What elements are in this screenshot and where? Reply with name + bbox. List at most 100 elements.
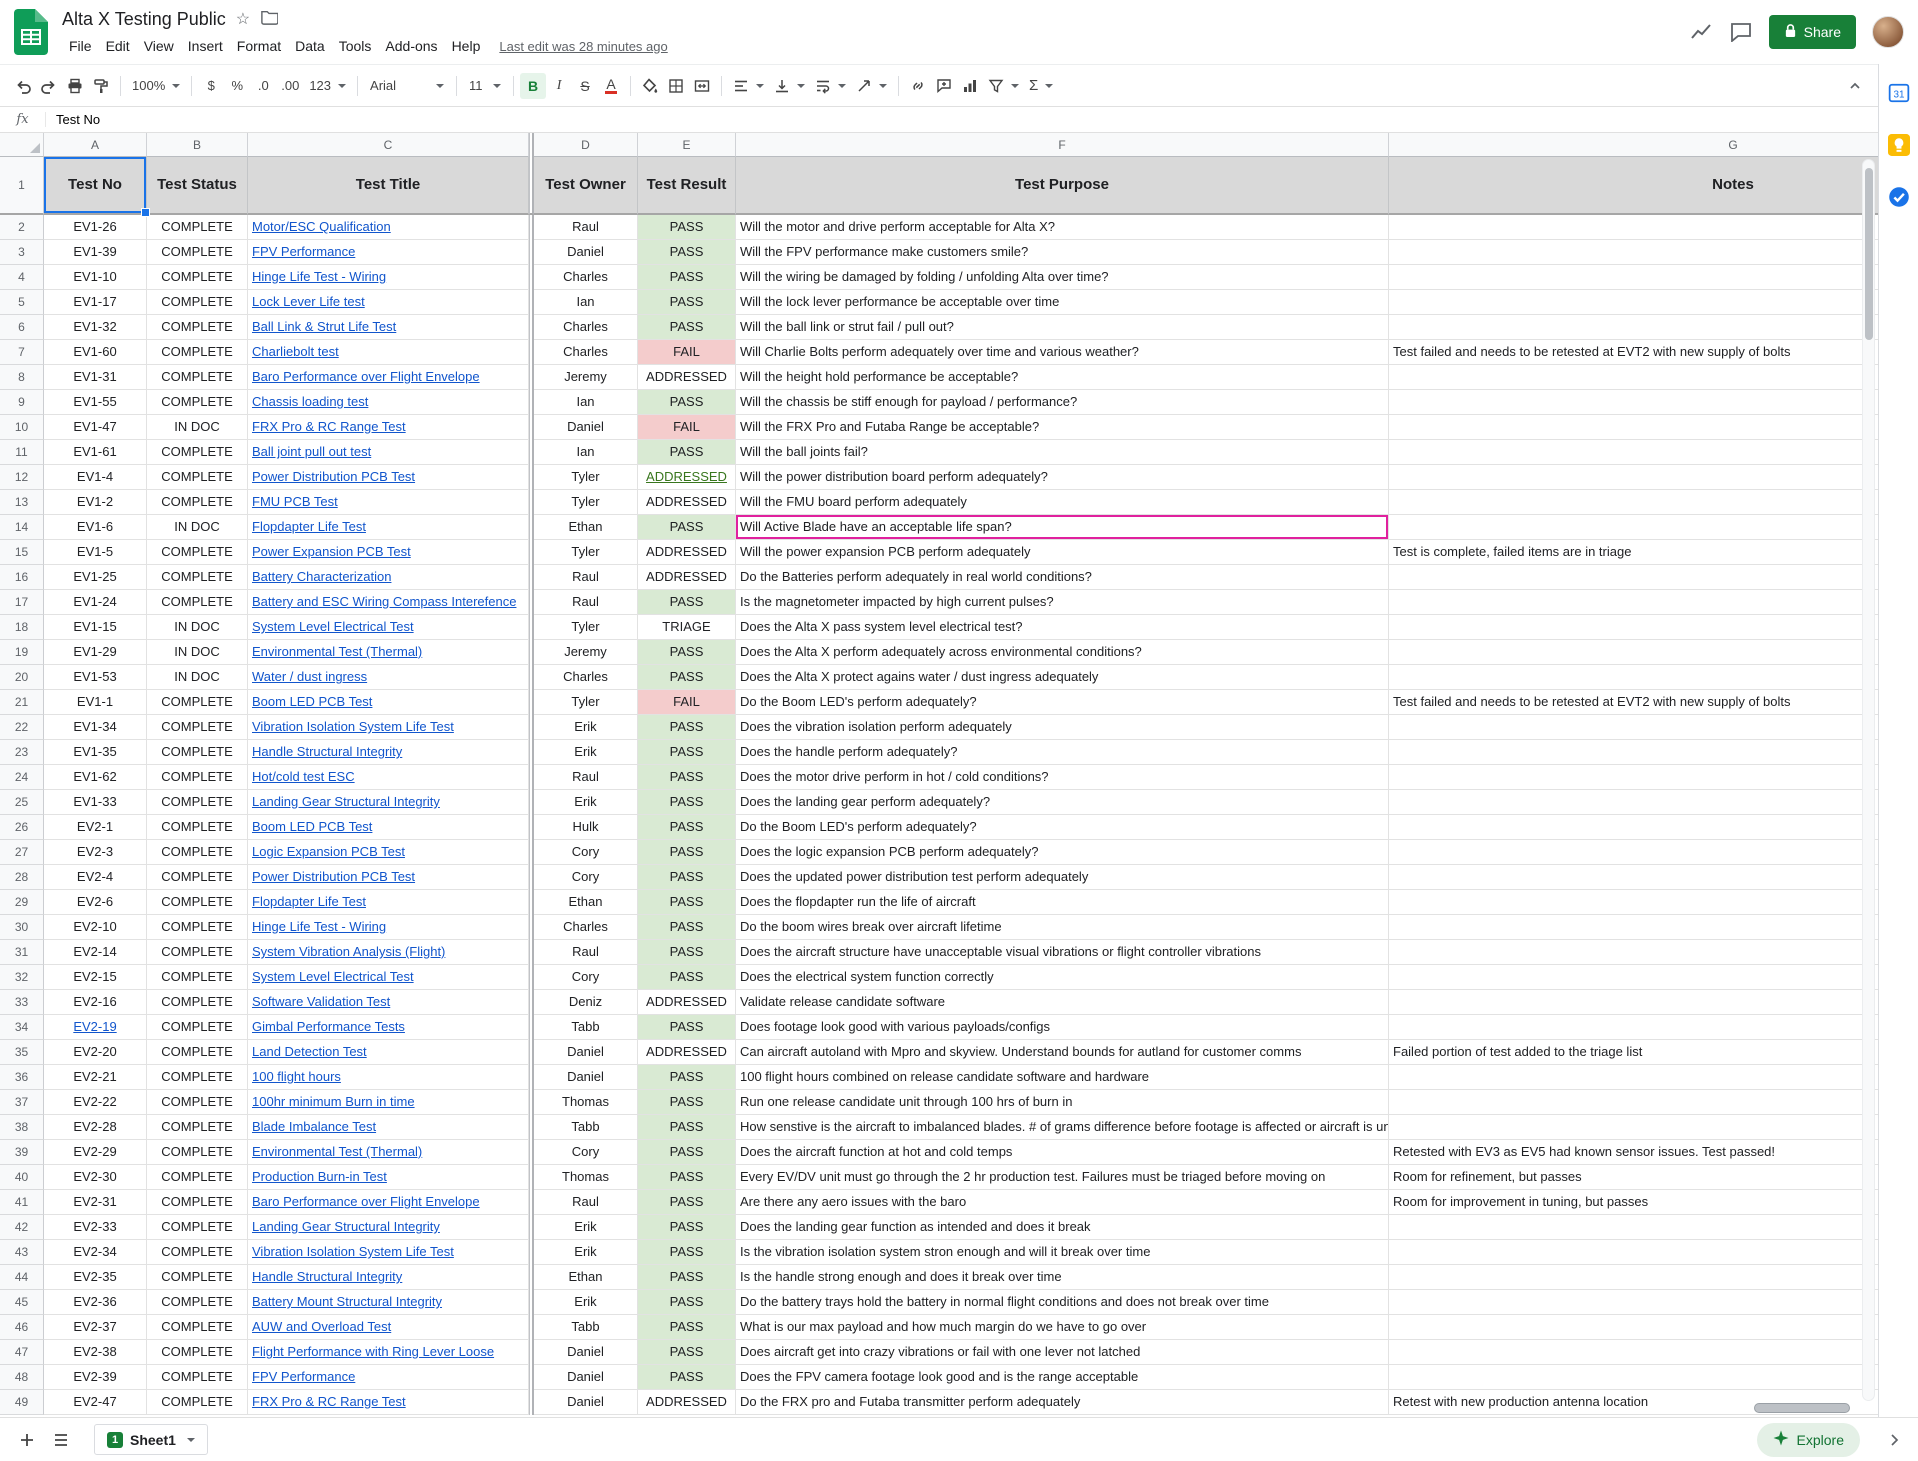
cell-notes[interactable]: Retested with EV3 as EV5 had known senso… xyxy=(1389,1140,1878,1165)
move-folder-icon[interactable] xyxy=(260,9,278,30)
test-title-link[interactable]: Flopdapter Life Test xyxy=(252,894,366,909)
cell-test-result[interactable]: PASS xyxy=(638,765,736,790)
cell-test-no[interactable]: EV1-24 xyxy=(44,590,147,615)
cell-test-status[interactable]: COMPLETE xyxy=(147,840,248,865)
cell-test-no[interactable]: EV2-15 xyxy=(44,965,147,990)
cell-test-owner[interactable]: Raul xyxy=(534,565,638,590)
cell-test-no[interactable]: EV1-17 xyxy=(44,290,147,315)
row-header[interactable]: 38 xyxy=(0,1115,44,1140)
cell-test-title[interactable]: Charliebolt test xyxy=(248,340,529,365)
cell-test-title[interactable]: Power Distribution PCB Test xyxy=(248,465,529,490)
test-title-link[interactable]: FRX Pro & RC Range Test xyxy=(252,1394,406,1409)
cell-test-title[interactable]: Flopdapter Life Test xyxy=(248,890,529,915)
row-header[interactable]: 9 xyxy=(0,390,44,415)
cell-test-title[interactable]: Land Detection Test xyxy=(248,1040,529,1065)
cell-test-no[interactable]: EV1-10 xyxy=(44,265,147,290)
cell-test-title[interactable]: System Level Electrical Test xyxy=(248,965,529,990)
cell-test-title[interactable]: Production Burn-in Test xyxy=(248,1165,529,1190)
column-header-g[interactable]: G xyxy=(1389,133,1878,157)
cell-test-title[interactable]: Landing Gear Structural Integrity xyxy=(248,1215,529,1240)
cell-test-owner[interactable]: Raul xyxy=(534,215,638,240)
cell-test-title[interactable]: Gimbal Performance Tests xyxy=(248,1015,529,1040)
row-header[interactable]: 45 xyxy=(0,1290,44,1315)
cell-test-owner[interactable]: Erik xyxy=(534,740,638,765)
all-sheets-button[interactable] xyxy=(46,1425,76,1455)
cell-test-owner[interactable]: Ian xyxy=(534,440,638,465)
cell-test-status[interactable]: COMPLETE xyxy=(147,1165,248,1190)
cell-test-result[interactable]: PASS xyxy=(638,865,736,890)
insert-link-button[interactable] xyxy=(905,73,931,99)
cell-test-purpose[interactable]: Does the aircraft function at hot and co… xyxy=(736,1140,1389,1165)
cell-test-title[interactable]: Handle Structural Integrity xyxy=(248,1265,529,1290)
cell-test-status[interactable]: COMPLETE xyxy=(147,465,248,490)
header-cell[interactable]: Test No xyxy=(44,157,147,215)
cell-test-title[interactable]: Hot/cold test ESC xyxy=(248,765,529,790)
cell-test-status[interactable]: COMPLETE xyxy=(147,490,248,515)
cell-test-purpose[interactable]: Will the FMU board perform adequately xyxy=(736,490,1389,515)
cell-test-purpose[interactable]: Does footage look good with various payl… xyxy=(736,1015,1389,1040)
more-formats-button[interactable]: 123 xyxy=(304,73,351,99)
cell-test-result[interactable]: PASS xyxy=(638,815,736,840)
cell-test-owner[interactable]: Ethan xyxy=(534,890,638,915)
cell-test-result[interactable]: PASS xyxy=(638,440,736,465)
cell-test-result[interactable]: PASS xyxy=(638,790,736,815)
header-cell[interactable]: Test Purpose xyxy=(736,157,1389,215)
row-header[interactable]: 20 xyxy=(0,665,44,690)
test-title-link[interactable]: Ball joint pull out test xyxy=(252,444,371,459)
cell-test-purpose[interactable]: Does the landing gear perform adequately… xyxy=(736,790,1389,815)
cell-test-result[interactable]: ADDRESSED xyxy=(638,990,736,1015)
explore-button[interactable]: Explore xyxy=(1757,1423,1860,1457)
cell-test-purpose[interactable]: Will the power distribution board perfor… xyxy=(736,465,1389,490)
test-title-link[interactable]: Land Detection Test xyxy=(252,1044,367,1059)
cell-test-result[interactable]: PASS xyxy=(638,1015,736,1040)
cell-test-owner[interactable]: Thomas xyxy=(534,1165,638,1190)
cell-test-owner[interactable]: Raul xyxy=(534,590,638,615)
cell-test-status[interactable]: IN DOC xyxy=(147,615,248,640)
strikethrough-button[interactable]: S xyxy=(572,73,598,99)
cell-test-status[interactable]: COMPLETE xyxy=(147,265,248,290)
cell-test-status[interactable]: COMPLETE xyxy=(147,740,248,765)
cell-test-status[interactable]: IN DOC xyxy=(147,415,248,440)
test-title-link[interactable]: 100 flight hours xyxy=(252,1069,341,1084)
cell-test-no[interactable]: EV2-30 xyxy=(44,1165,147,1190)
cell-test-status[interactable]: IN DOC xyxy=(147,515,248,540)
cell-test-result[interactable]: PASS xyxy=(638,1340,736,1365)
cell-test-purpose[interactable]: Will the wiring be damaged by folding / … xyxy=(736,265,1389,290)
cell-test-result[interactable]: ADDRESSED xyxy=(638,540,736,565)
cell-test-owner[interactable]: Tyler xyxy=(534,490,638,515)
cell-test-owner[interactable]: Charles xyxy=(534,265,638,290)
cell-test-no[interactable]: EV2-16 xyxy=(44,990,147,1015)
cell-notes[interactable] xyxy=(1389,640,1878,665)
cell-test-status[interactable]: COMPLETE xyxy=(147,1390,248,1415)
cell-notes[interactable] xyxy=(1389,1115,1878,1140)
row-header[interactable]: 14 xyxy=(0,515,44,540)
column-header-b[interactable]: B xyxy=(147,133,248,157)
cell-test-result[interactable]: TRIAGE xyxy=(638,615,736,640)
test-title-link[interactable]: System Level Electrical Test xyxy=(252,619,414,634)
text-wrap-button[interactable] xyxy=(810,73,851,99)
insert-comment-button[interactable] xyxy=(931,73,957,99)
cell-test-result[interactable]: ADDRESSED xyxy=(638,490,736,515)
test-title-link[interactable]: FMU PCB Test xyxy=(252,494,338,509)
cell-test-result[interactable]: PASS xyxy=(638,665,736,690)
cell-test-purpose[interactable]: Does the Alta X perform adequately acros… xyxy=(736,640,1389,665)
row-header[interactable]: 11 xyxy=(0,440,44,465)
cell-notes[interactable] xyxy=(1389,440,1878,465)
cell-test-owner[interactable]: Jeremy xyxy=(534,365,638,390)
cell-test-result[interactable]: ADDRESSED xyxy=(638,565,736,590)
row-header[interactable]: 33 xyxy=(0,990,44,1015)
cell-test-no[interactable]: EV1-61 xyxy=(44,440,147,465)
cell-test-owner[interactable]: Erik xyxy=(534,790,638,815)
cell-test-owner[interactable]: Tabb xyxy=(534,1015,638,1040)
cell-test-purpose[interactable]: Will the ball joints fail? xyxy=(736,440,1389,465)
cell-test-title[interactable]: Vibration Isolation System Life Test xyxy=(248,715,529,740)
row-header[interactable]: 12 xyxy=(0,465,44,490)
cell-test-result[interactable]: PASS xyxy=(638,915,736,940)
cell-test-title[interactable]: Environmental Test (Thermal) xyxy=(248,640,529,665)
cell-test-owner[interactable]: Daniel xyxy=(534,240,638,265)
cell-test-result[interactable]: PASS xyxy=(638,1240,736,1265)
cell-test-title[interactable]: Power Distribution PCB Test xyxy=(248,865,529,890)
cell-test-result[interactable]: PASS xyxy=(638,1290,736,1315)
cell-test-no[interactable]: EV2-4 xyxy=(44,865,147,890)
functions-button[interactable]: Σ xyxy=(1024,73,1058,99)
